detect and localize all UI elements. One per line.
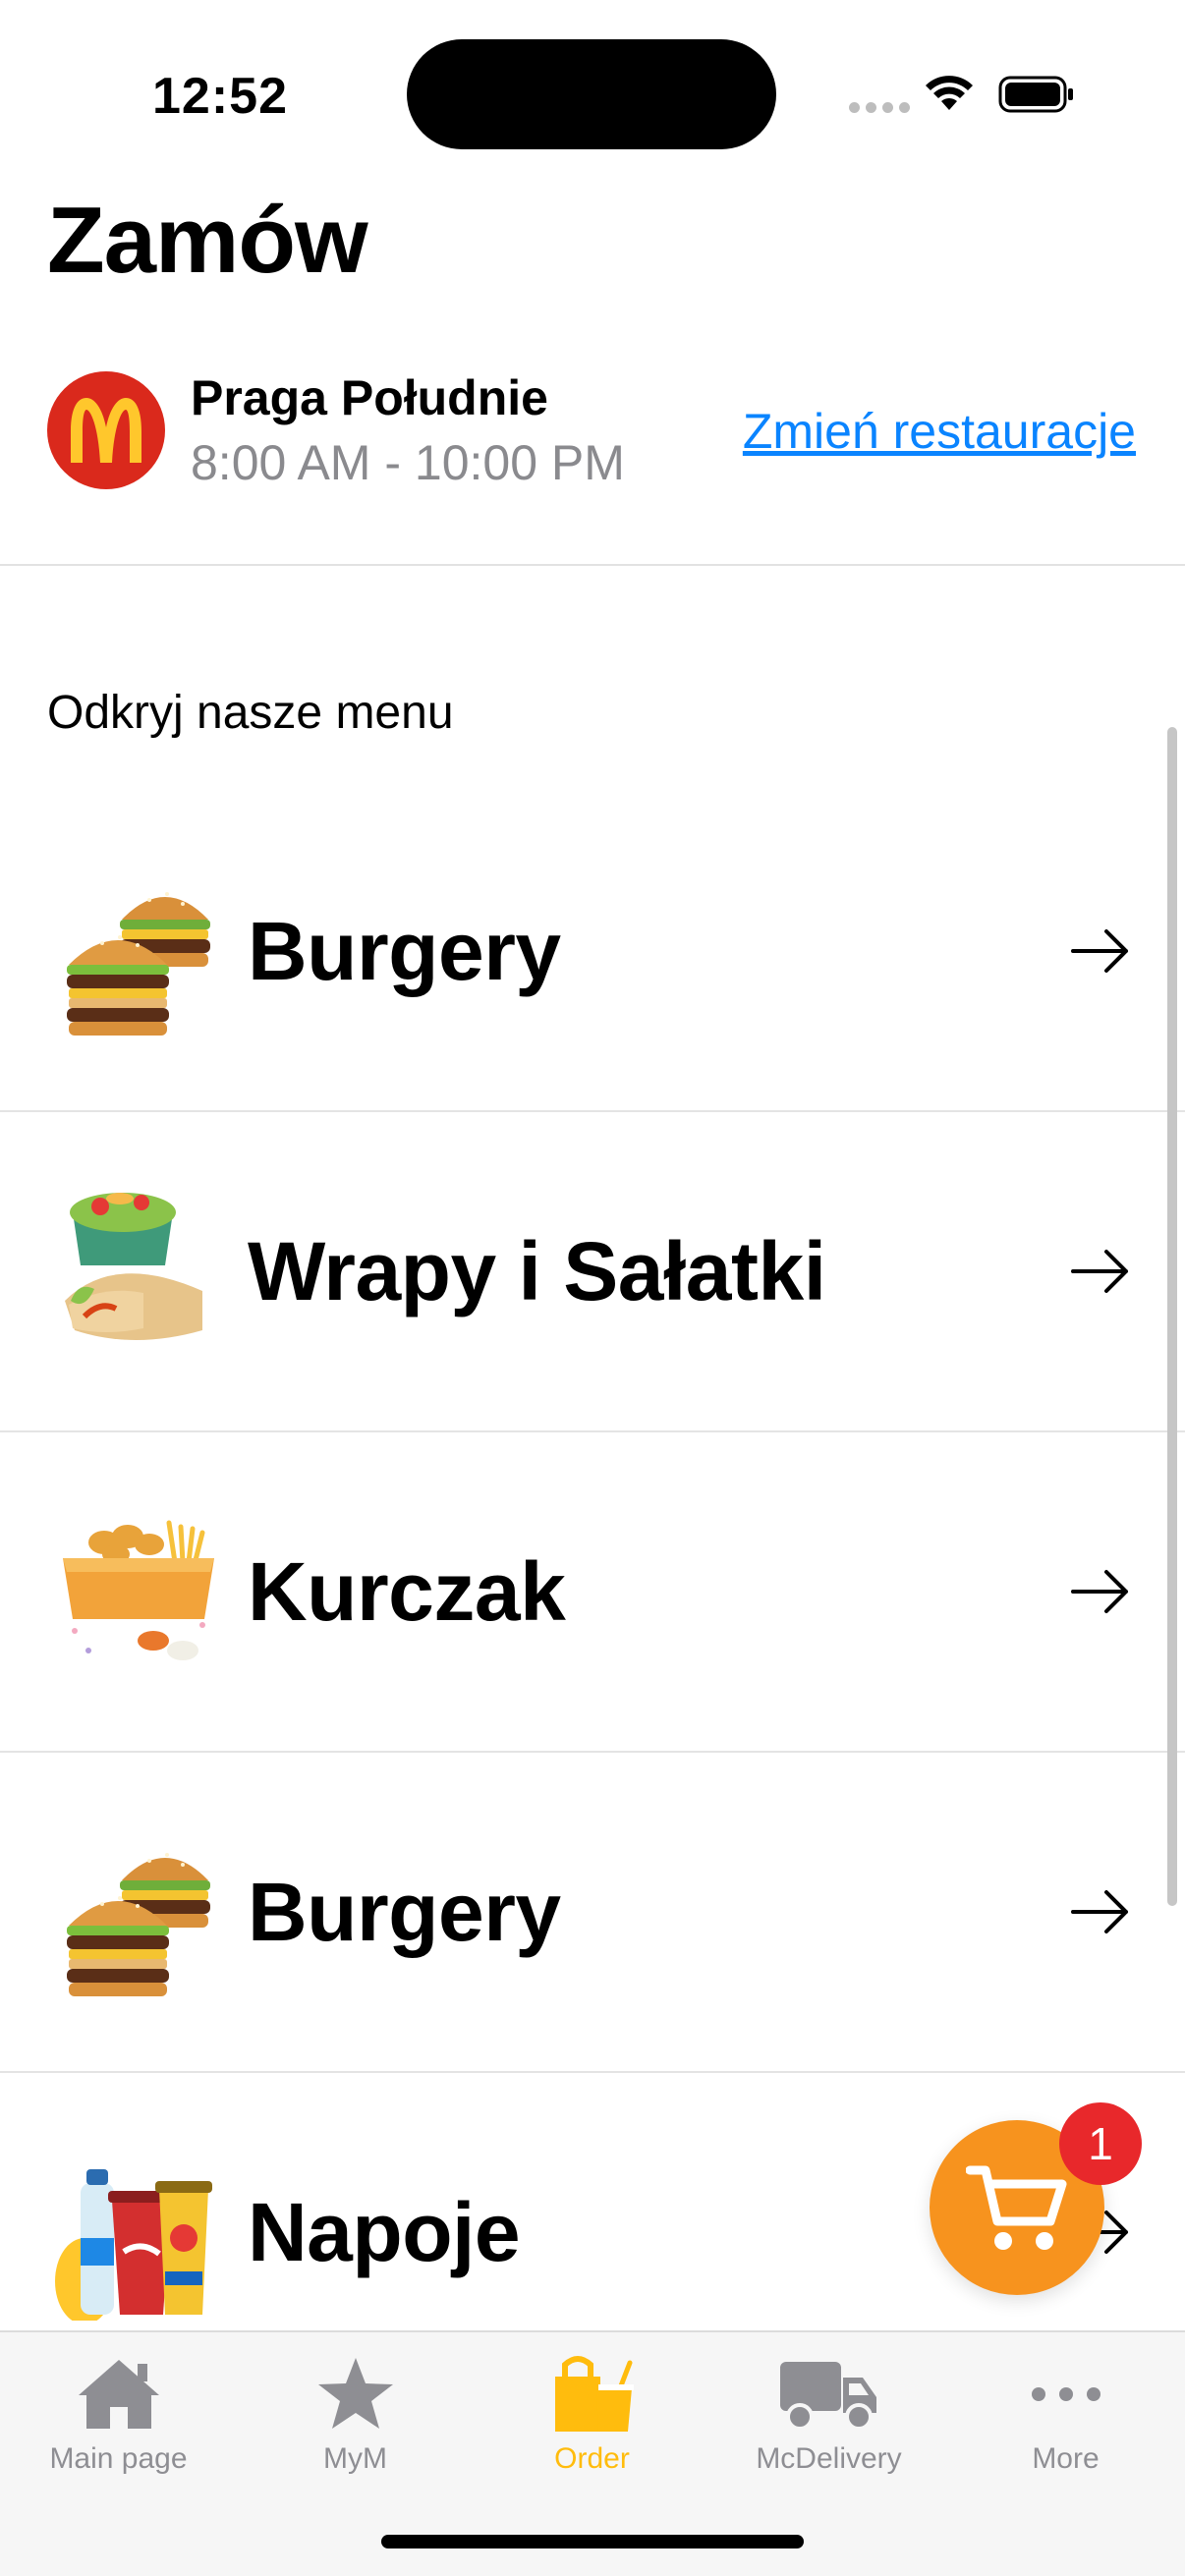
menu-item-burgery[interactable]: Burgery — [0, 792, 1185, 1112]
restaurant-name: Praga Południe — [191, 370, 548, 425]
menu-item-label: Wrapy i Sałatki — [248, 1224, 826, 1317]
restaurant-selector: Praga Południe 8:00 AM - 10:00 PM Zmień … — [0, 364, 1185, 564]
tab-label: MyM — [323, 2442, 387, 2475]
battery-icon — [998, 76, 1073, 113]
order-screen: 12:52 Zamów Praga Południe 8:00 AM - 10:… — [0, 0, 1185, 2576]
change-restaurant-link[interactable]: Zmień restauracje — [743, 403, 1136, 460]
wraps-salads-image — [65, 1193, 202, 1340]
scrollbar[interactable] — [1167, 727, 1177, 1906]
cart-icon — [966, 2165, 1067, 2250]
tab-mcdelivery[interactable]: McDelivery — [710, 2332, 947, 2499]
drinks-image — [55, 2169, 212, 2321]
truck-icon — [779, 2362, 876, 2431]
menu-item-label: Burgery — [248, 904, 561, 997]
tab-label: Order — [554, 2442, 630, 2475]
arrow-right-icon — [1071, 1250, 1128, 1293]
status-time: 12:52 — [152, 68, 288, 125]
more-dots-icon — [1031, 2387, 1100, 2401]
tab-mym[interactable]: MyM — [237, 2332, 474, 2499]
cart-badge: 1 — [1059, 2102, 1142, 2185]
restaurant-hours: 8:00 AM - 10:00 PM — [191, 435, 625, 490]
tab-main-page[interactable]: Main page — [0, 2332, 237, 2499]
dynamic-island — [407, 39, 776, 149]
status-bar: 12:52 — [0, 0, 1185, 187]
chicken-box-image — [63, 1520, 214, 1660]
tab-label: More — [1032, 2442, 1100, 2475]
tab-label: McDelivery — [756, 2442, 902, 2475]
menu-section-label: Odkryj nasze menu — [47, 687, 454, 739]
page-title: Zamów — [47, 188, 368, 293]
tab-order[interactable]: Order — [474, 2332, 710, 2499]
tab-label: Main page — [49, 2442, 188, 2475]
arrow-right-icon — [1071, 1890, 1128, 1933]
arrow-right-icon — [1071, 1570, 1128, 1613]
bag-icon — [554, 2356, 634, 2432]
arrow-right-icon — [1071, 929, 1128, 973]
menu-item-burgery-2[interactable]: Burgery — [0, 1753, 1185, 2073]
tab-more[interactable]: More — [947, 2332, 1184, 2499]
home-indicator[interactable] — [381, 2535, 804, 2548]
menu-item-wrapy-salatki[interactable]: Wrapy i Sałatki — [0, 1112, 1185, 1432]
golden-arches-logo — [47, 371, 165, 489]
home-icon — [78, 2360, 159, 2429]
burgers-image — [67, 892, 210, 1036]
menu-item-label: Kurczak — [248, 1544, 566, 1638]
menu-item-label: Burgery — [248, 1865, 561, 1958]
cellular-signal-icon — [849, 102, 910, 113]
wifi-icon — [926, 76, 973, 110]
star-icon — [317, 2358, 393, 2429]
burgers-image — [67, 1853, 210, 1996]
menu-item-kurczak[interactable]: Kurczak — [0, 1432, 1185, 1753]
divider — [0, 564, 1185, 566]
